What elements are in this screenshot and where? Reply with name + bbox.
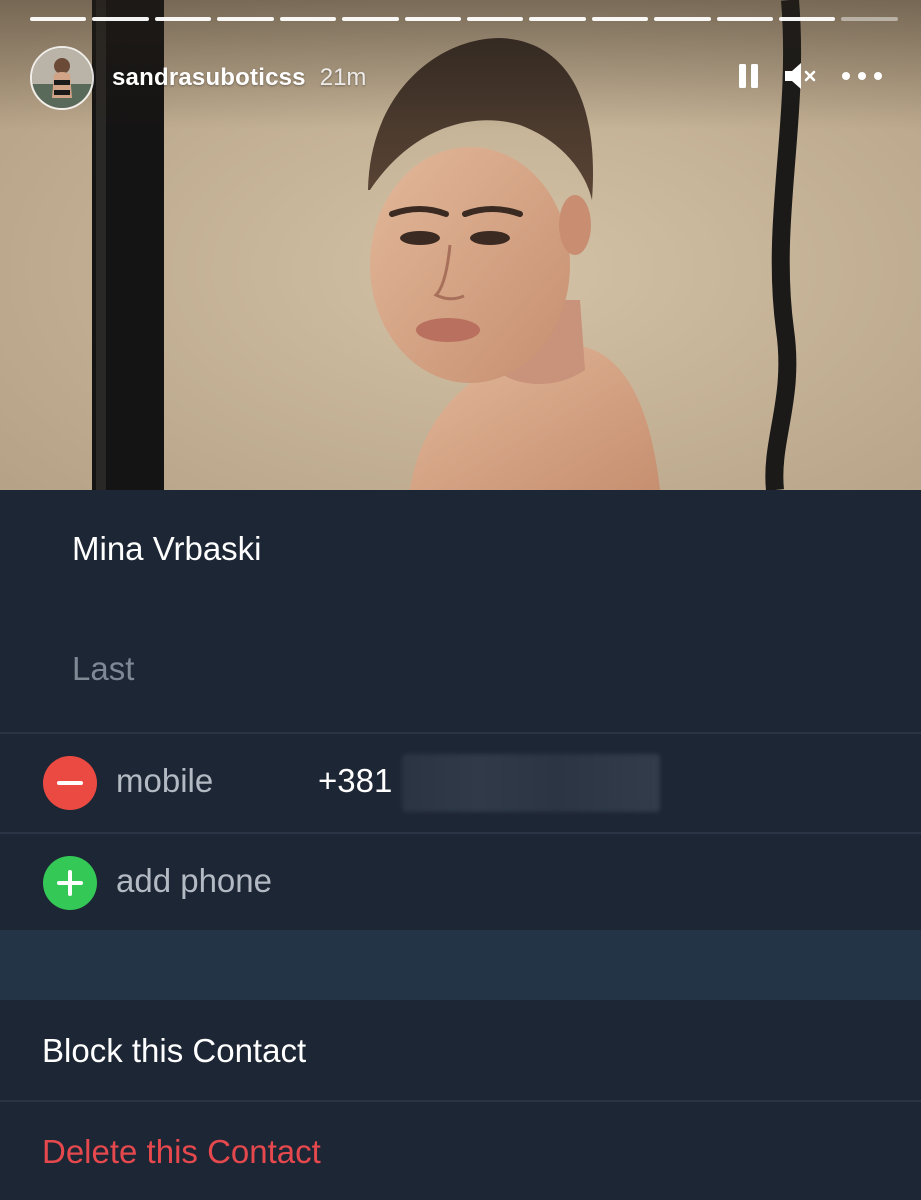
delete-contact-button[interactable]: Delete this Contact	[42, 1133, 321, 1171]
add-circle-icon[interactable]	[43, 856, 97, 910]
edit-contact-sheet: Mina Vrbaski Last mobile +381 add phone …	[0, 490, 921, 1200]
phone-number-field[interactable]: +381	[318, 762, 392, 800]
progress-segment	[154, 17, 212, 21]
progress-segment	[466, 17, 524, 21]
progress-segment	[654, 17, 711, 21]
block-contact-button[interactable]: Block this Contact	[42, 1032, 306, 1070]
avatar[interactable]	[30, 46, 94, 110]
story-timestamp: 21m	[319, 64, 367, 91]
progress-segment	[279, 17, 337, 21]
story-username[interactable]: sandrasuboticss	[112, 64, 306, 92]
story-header: sandrasuboticss 21m	[30, 45, 366, 111]
phone-row-mobile: mobile +381	[0, 734, 921, 832]
progress-segment	[779, 17, 836, 21]
avatar-image	[32, 48, 92, 108]
pause-icon[interactable]	[737, 62, 761, 90]
progress-segment	[342, 17, 399, 21]
redacted-phone-digits	[402, 754, 660, 812]
progress-segment	[217, 17, 274, 21]
add-phone-label[interactable]: add phone	[116, 862, 272, 900]
first-name-field[interactable]: Mina Vrbaski	[72, 530, 262, 568]
more-options-icon[interactable]	[841, 71, 883, 81]
add-phone-row[interactable]: add phone	[0, 834, 921, 932]
last-name-field[interactable]: Last	[72, 650, 134, 688]
phone-type-label[interactable]: mobile	[116, 762, 213, 800]
speaker-muted-icon[interactable]	[783, 60, 819, 92]
story-progress-bar	[30, 17, 898, 21]
story-viewer[interactable]: sandrasuboticss 21m	[0, 0, 921, 490]
progress-segment	[92, 17, 149, 21]
divider	[0, 1100, 921, 1102]
progress-segment	[716, 17, 774, 21]
progress-segment	[404, 17, 461, 21]
progress-segment	[529, 17, 586, 21]
progress-segment	[591, 17, 649, 21]
story-controls	[737, 60, 883, 92]
progress-segment	[30, 17, 87, 21]
section-separator	[0, 930, 921, 1000]
progress-segment	[841, 17, 898, 21]
remove-circle-icon[interactable]	[43, 756, 97, 810]
